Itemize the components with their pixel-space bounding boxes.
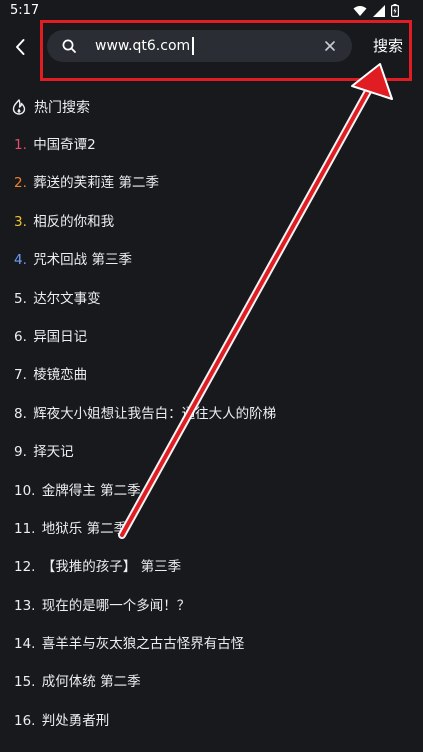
rank-number: 9. bbox=[14, 444, 27, 461]
item-title: 相反的你和我 bbox=[33, 213, 115, 230]
hot-search-header: 热门搜索 bbox=[12, 96, 90, 118]
hot-search-item[interactable]: 14. 喜羊羊与灰太狼之古古怪界有古怪 bbox=[14, 627, 414, 665]
item-title: 金牌得主 第二季 bbox=[41, 482, 141, 499]
item-title: 【我推的孩子】 第三季 bbox=[41, 559, 182, 576]
hot-search-item[interactable]: 10. 金牌得主 第二季 bbox=[14, 474, 414, 512]
item-title: 葬送的芙莉莲 第二季 bbox=[33, 175, 159, 192]
rank-number: 5. bbox=[14, 290, 27, 307]
rank-number: 8. bbox=[14, 405, 27, 422]
hot-search-item[interactable]: 6. 异国日记 bbox=[14, 320, 414, 358]
search-icon bbox=[62, 39, 76, 53]
item-title: 中国奇谭2 bbox=[33, 137, 96, 153]
hot-search-item[interactable]: 15. 成何体统 第二季 bbox=[14, 665, 414, 703]
hot-search-item[interactable]: 13. 现在的是哪一个多闻！？ bbox=[14, 589, 414, 627]
rank-number: 6. bbox=[14, 328, 27, 345]
item-title: 辉夜大小姐想让我告白：通往大人的阶梯 bbox=[33, 405, 277, 422]
rank-number: 12. bbox=[14, 559, 36, 576]
item-title: 喜羊羊与灰太狼之古古怪界有古怪 bbox=[41, 636, 245, 653]
item-title: 现在的是哪一个多闻！？ bbox=[41, 597, 191, 614]
item-title: 判处勇者刑 bbox=[41, 712, 110, 729]
hot-search-item[interactable]: 12. 【我推的孩子】 第三季 bbox=[14, 550, 414, 588]
rank-number: 16. bbox=[14, 712, 36, 729]
rank-number: 14. bbox=[14, 636, 36, 653]
chevron-left-icon bbox=[16, 39, 25, 55]
rank-number: 3. bbox=[14, 213, 27, 230]
search-header: 搜索 bbox=[0, 22, 423, 72]
hot-search-item[interactable]: 3. 相反的你和我 bbox=[14, 205, 414, 243]
hot-search-item[interactable]: 11. 地狱乐 第二季 bbox=[14, 512, 414, 550]
wifi-icon bbox=[353, 5, 367, 16]
hot-search-item[interactable]: 9. 择天记 bbox=[14, 435, 414, 473]
rank-number: 13. bbox=[14, 597, 36, 614]
hot-search-item[interactable]: 2. 葬送的芙莉莲 第二季 bbox=[14, 166, 414, 204]
rank-number: 1. bbox=[14, 137, 27, 153]
hot-search-item[interactable]: 16. 判处勇者刑 bbox=[14, 704, 414, 742]
hot-search-list: 1. 中国奇谭2 2. 葬送的芙莉莲 第二季 3. 相反的你和我 4. 咒术回战… bbox=[14, 128, 414, 742]
flame-icon bbox=[12, 99, 26, 115]
hot-search-item[interactable]: 8. 辉夜大小姐想让我告白：通往大人的阶梯 bbox=[14, 397, 414, 435]
search-screen: 5:17 www.qt6.com 搜索 热门搜索 1. 中国奇谭2 2. 葬送的… bbox=[0, 0, 423, 752]
rank-number: 15. bbox=[14, 674, 36, 691]
battery-icon bbox=[391, 4, 399, 17]
status-time: 5:17 bbox=[10, 3, 40, 18]
item-title: 地狱乐 第二季 bbox=[41, 520, 128, 537]
hot-search-item[interactable]: 1. 中国奇谭2 bbox=[14, 128, 414, 166]
item-title: 达尔文事变 bbox=[33, 290, 101, 307]
status-bar: 5:17 bbox=[0, 0, 423, 22]
status-icons bbox=[353, 4, 399, 17]
item-title: 棱镜恋曲 bbox=[33, 367, 88, 384]
hot-search-item[interactable]: 4. 咒术回战 第三季 bbox=[14, 243, 414, 281]
item-title: 择天记 bbox=[33, 444, 74, 461]
hot-search-title: 热门搜索 bbox=[34, 100, 90, 116]
search-submit-button[interactable]: 搜索 bbox=[364, 34, 412, 58]
close-icon[interactable] bbox=[322, 38, 338, 54]
text-caret bbox=[192, 37, 195, 55]
rank-number: 4. bbox=[14, 252, 27, 269]
item-title: 异国日记 bbox=[33, 328, 88, 345]
search-input[interactable] bbox=[95, 36, 315, 56]
rank-number: 10. bbox=[14, 482, 36, 499]
search-box[interactable] bbox=[47, 30, 352, 62]
rank-number: 2. bbox=[14, 175, 27, 192]
item-title: 咒术回战 第三季 bbox=[33, 252, 132, 269]
hot-search-item[interactable]: 5. 达尔文事变 bbox=[14, 282, 414, 320]
signal-icon bbox=[373, 4, 385, 17]
rank-number: 11. bbox=[14, 520, 36, 537]
hot-search-item[interactable]: 7. 棱镜恋曲 bbox=[14, 358, 414, 396]
back-button[interactable] bbox=[8, 32, 32, 62]
item-title: 成何体统 第二季 bbox=[41, 674, 141, 691]
rank-number: 7. bbox=[14, 367, 27, 384]
